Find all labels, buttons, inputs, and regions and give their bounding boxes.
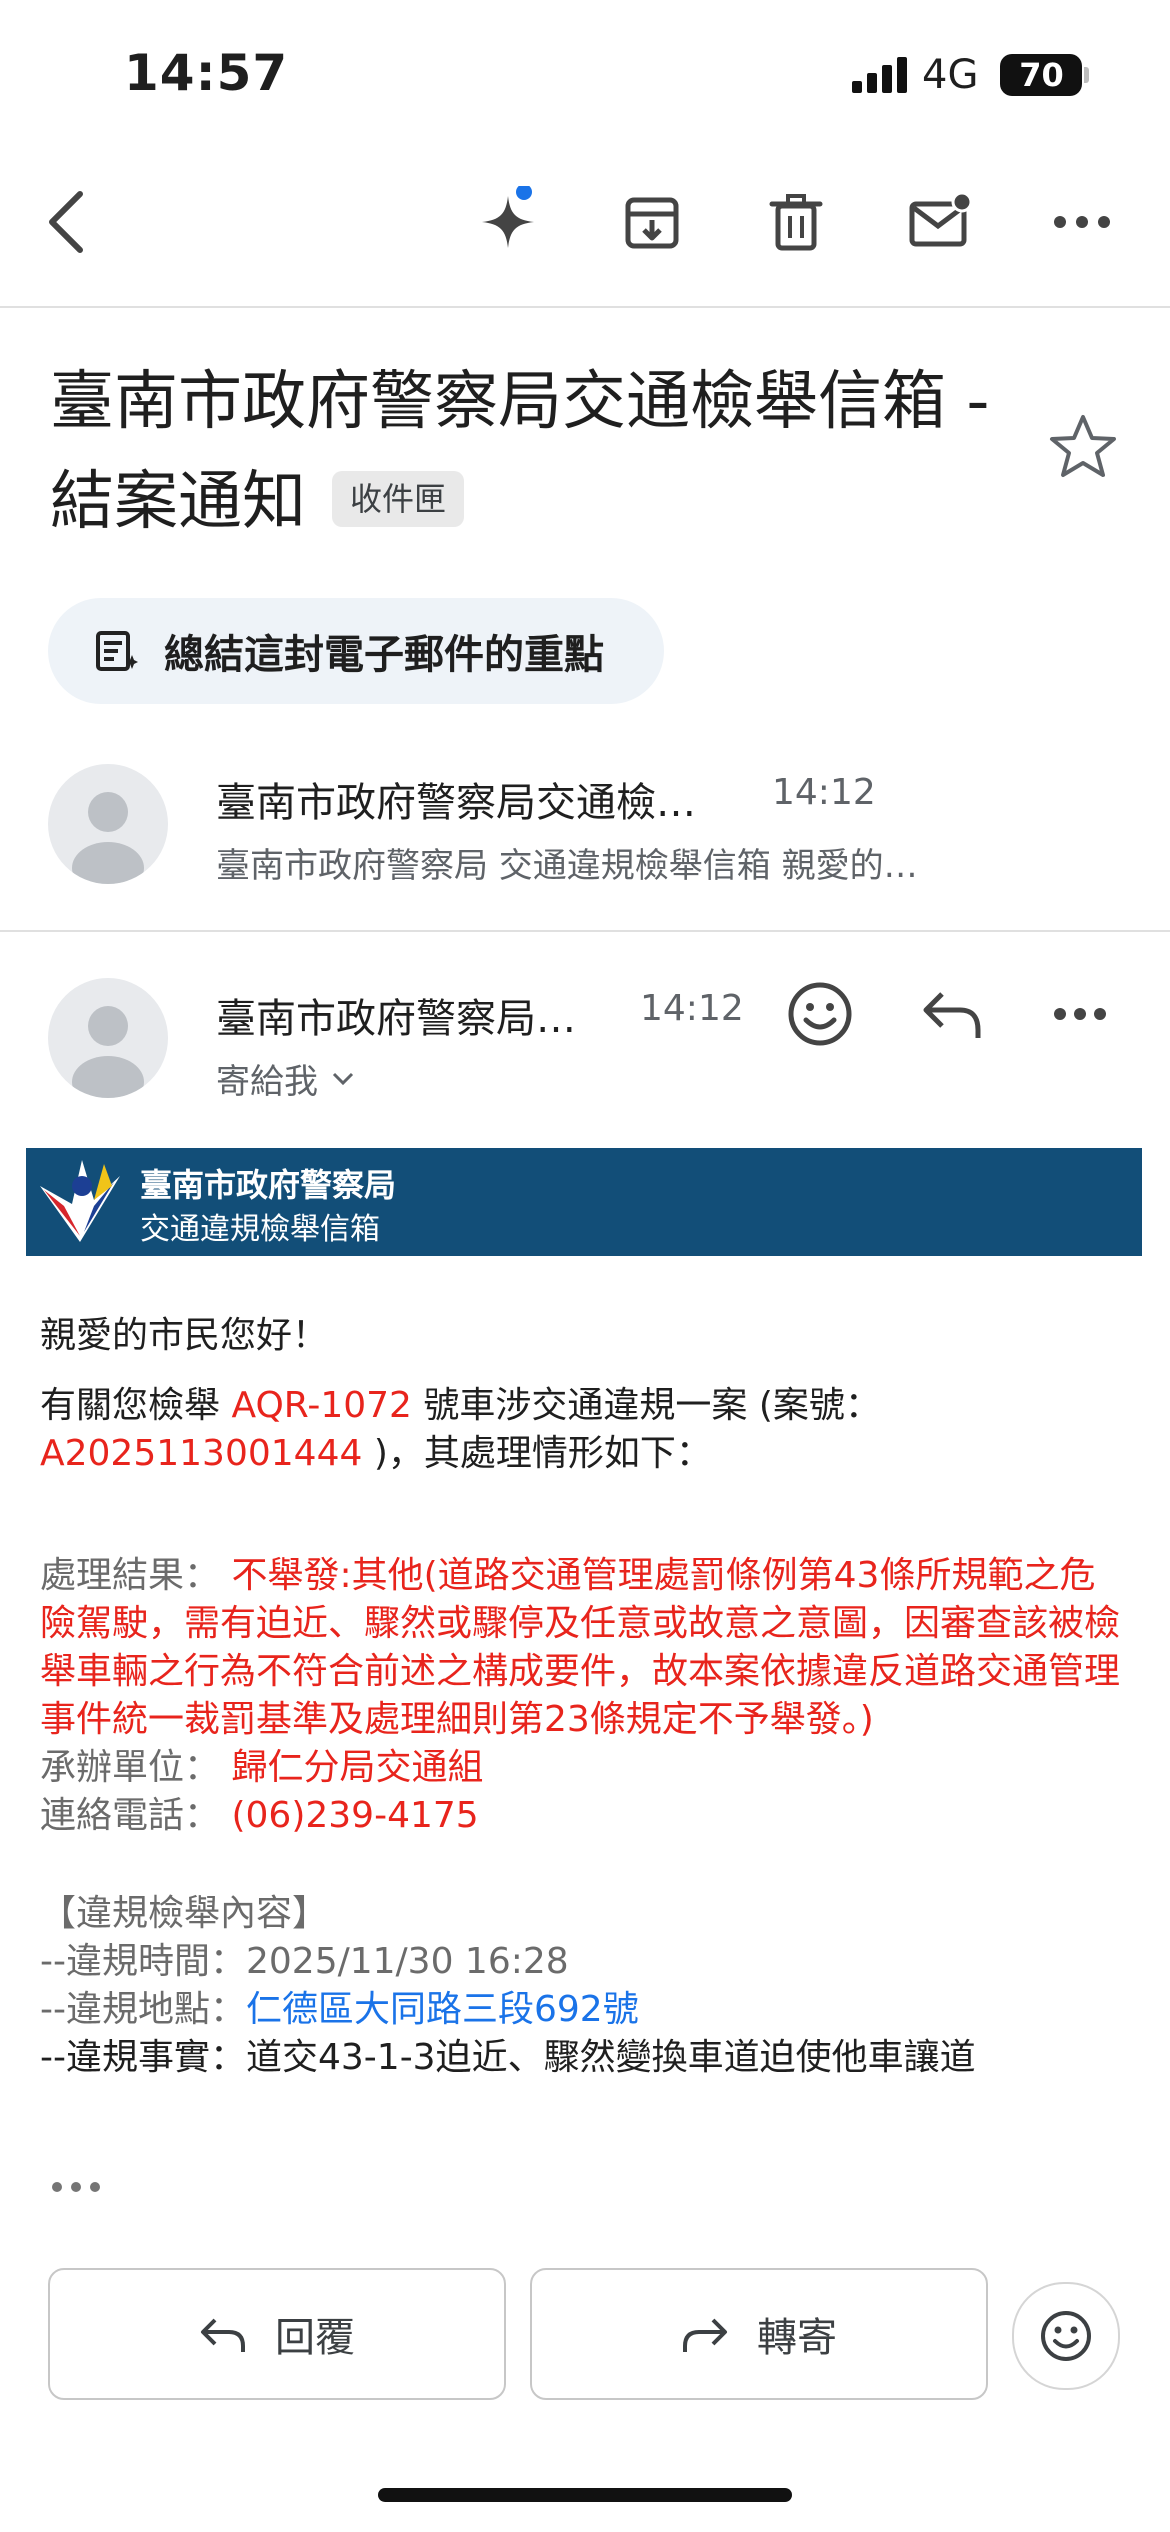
- collapsed-message[interactable]: 臺南市政府警察局交通檢… 14:12 臺南市政府警察局 交通違規檢舉信箱 親愛的…: [0, 752, 1170, 928]
- recipient-label: 寄給我: [216, 1062, 318, 1102]
- reply-button[interactable]: 回覆: [48, 2268, 506, 2400]
- sparkle-icon: [472, 186, 544, 258]
- archive-icon: [622, 192, 682, 252]
- inbox-label[interactable]: 收件匣: [332, 471, 465, 528]
- violation-details: 【違規檢舉內容】 --違規時間：2025/11/30 16:28 --違規地點：…: [40, 1890, 1140, 2082]
- summary-doc-icon: [94, 629, 138, 673]
- gemini-button[interactable]: [472, 186, 544, 258]
- processing-result: 處理結果： 不舉發:其他(道路交通管理處罰條例第43條所規範之危險駕駛，需有迫近…: [40, 1552, 1130, 1840]
- violation-time: 2025/11/30 16:28: [245, 1941, 569, 1982]
- forward-button[interactable]: 轉寄: [530, 2268, 988, 2400]
- status-time: 14:57: [124, 44, 289, 102]
- result-label: 處理結果：: [40, 1555, 221, 1596]
- avatar: [48, 978, 168, 1098]
- add-reaction-button[interactable]: [1012, 2282, 1120, 2390]
- star-icon: [1048, 412, 1118, 482]
- plate-number: AQR-1072: [231, 1385, 412, 1426]
- violation-fact: 道交43-1-3迫近、驟然變換車道迫使他車讓道: [245, 2037, 976, 2078]
- email-banner: 臺南市政府警察局 交通違規檢舉信箱: [26, 1148, 1142, 1256]
- violation-location-link[interactable]: 仁德區大同路三段692號: [246, 1989, 639, 2030]
- reply-icon-button[interactable]: [920, 986, 984, 1042]
- show-trimmed-content-button[interactable]: [50, 2180, 102, 2194]
- greeting-text: 親愛的市民您好！: [40, 1315, 329, 1356]
- emoji-smile-icon: [786, 980, 854, 1048]
- avatar: [48, 764, 168, 884]
- summary-chip-label: 總結這封電子郵件的重點: [164, 632, 604, 678]
- reply-icon: [920, 986, 984, 1042]
- police-logo: [34, 1156, 130, 1250]
- email-greeting: 親愛的市民您好！: [40, 1312, 1120, 1360]
- sender-name[interactable]: 臺南市政府警察局…: [216, 986, 606, 1044]
- emoji-smile-icon: [1038, 2308, 1094, 2364]
- network-type: 4G: [922, 52, 979, 98]
- intro-prefix: 有關您檢舉: [40, 1385, 232, 1426]
- violation-time-label: --違規時間：: [40, 1941, 246, 1982]
- message-time: 14:12: [772, 772, 876, 813]
- banner-title: 臺南市政府警察局: [140, 1166, 397, 1204]
- more-horizontal-icon: [50, 2180, 102, 2194]
- forward-button-label: 轉寄: [757, 2315, 837, 2361]
- message-more-button[interactable]: [1052, 1006, 1108, 1022]
- archive-button[interactable]: [616, 186, 688, 258]
- summarize-email-chip[interactable]: 總結這封電子郵件的重點: [48, 598, 664, 704]
- back-button[interactable]: [30, 186, 102, 258]
- forward-icon: [681, 2314, 729, 2354]
- email-intro: 有關您檢舉 AQR-1072 號車涉交通違規一案 (案號： A2025113001…: [40, 1382, 1120, 1478]
- back-arrow-icon: [42, 190, 90, 254]
- phone-value[interactable]: (06)239-4175: [231, 1795, 478, 1836]
- more-options-button[interactable]: [1046, 186, 1118, 258]
- banner-subtitle: 交通違規檢舉信箱: [140, 1212, 380, 1247]
- star-button[interactable]: [1048, 412, 1118, 482]
- reply-icon: [199, 2314, 247, 2354]
- recipient-details-toggle[interactable]: 寄給我: [216, 1054, 354, 1103]
- battery-cap: [1084, 67, 1090, 83]
- reply-button-label: 回覆: [275, 2315, 355, 2361]
- react-emoji-button[interactable]: [786, 980, 854, 1048]
- more-horizontal-icon: [1052, 1006, 1108, 1022]
- intro-suffix: )，其處理情形如下：: [362, 1433, 712, 1474]
- intro-mid: 號車涉交通違規一案 (案號：: [411, 1385, 881, 1426]
- sender-name: 臺南市政府警察局交通檢…: [216, 780, 696, 826]
- thread-divider: [0, 930, 1170, 932]
- chevron-down-icon: [332, 1072, 354, 1086]
- mail-unread-icon: [908, 192, 972, 252]
- delete-button[interactable]: [760, 186, 832, 258]
- trash-icon: [766, 192, 826, 252]
- email-subject: 臺南市政府警察局交通檢舉信箱 - 結案通知 收件匣: [50, 352, 1010, 552]
- unit-label: 承辦單位：: [40, 1747, 221, 1788]
- message-time: 14:12: [640, 988, 744, 1029]
- status-indicators: 4G 70: [852, 52, 1090, 98]
- phone-label: 連絡電話：: [40, 1795, 221, 1836]
- unit-value: 歸仁分局交通組: [231, 1747, 484, 1788]
- subject-text: 臺南市政府警察局交通檢舉信箱 - 結案通知: [50, 365, 990, 539]
- battery-level: 70: [1000, 54, 1083, 96]
- case-number: A2025113001444: [40, 1433, 363, 1474]
- signal-icon: [852, 57, 908, 93]
- section-title: 【違規檢舉內容】: [40, 1893, 329, 1934]
- mark-unread-button[interactable]: [904, 186, 976, 258]
- violation-fact-label: --違規事實：: [40, 2037, 246, 2078]
- toolbar-divider: [0, 306, 1170, 308]
- violation-location-label: --違規地點：: [40, 1989, 246, 2030]
- more-horizontal-icon: [1052, 214, 1112, 230]
- home-indicator: [378, 2488, 792, 2502]
- message-snippet: 臺南市政府警察局 交通違規檢舉信箱 親愛的…: [216, 846, 918, 886]
